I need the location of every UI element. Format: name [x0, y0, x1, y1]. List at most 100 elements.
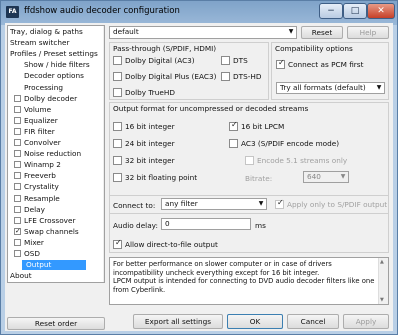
sidebar-item-label: Noise reduction — [24, 149, 82, 159]
ok-button[interactable]: OK — [227, 314, 283, 329]
reset-order-button[interactable]: Reset order — [7, 317, 105, 330]
sidebar-item-label: Freeverb — [24, 171, 56, 181]
sidebar-item-label: Output — [26, 260, 52, 270]
sidebar-item-checkbox[interactable] — [14, 226, 21, 236]
sidebar-item-checkbox[interactable] — [14, 172, 21, 180]
preset-select[interactable]: default ▼ — [109, 26, 297, 39]
sidebar-item[interactable]: Profiles / Preset settings — [8, 49, 98, 59]
delay-input[interactable]: 0 — [161, 218, 251, 230]
sidebar-item-label: Stream switcher — [10, 38, 70, 48]
passthrough-heading: Pass-through (S/PDIF, HDMI) — [113, 44, 217, 53]
sidebar-item[interactable]: Freeverb — [8, 171, 56, 181]
sidebar-item-checkbox[interactable] — [14, 127, 21, 135]
sidebar-item-label: Mixer — [24, 237, 44, 247]
app-window: FA ffdshow audio decoder configuration −… — [0, 0, 398, 335]
sidebar-item[interactable]: LFE Crossover — [8, 216, 75, 226]
help-button[interactable]: Help — [347, 26, 389, 39]
info-scrollbar[interactable] — [378, 258, 388, 304]
connect-label: Connect to: — [113, 201, 156, 210]
sidebar-item[interactable]: Crystality — [8, 182, 59, 192]
bitrate-value: 640 — [307, 172, 321, 181]
settings-tree[interactable]: Tray, dialog & paths Stream switcher Profi… — [7, 25, 105, 283]
apply-button[interactable]: Apply — [343, 314, 389, 329]
delay-unit: ms — [255, 221, 266, 230]
sidebar-item-checkbox[interactable] — [14, 150, 21, 158]
sidebar-item[interactable]: Dolby decoder — [8, 94, 77, 104]
sidebar-item-label: Show / hide filters — [24, 60, 90, 70]
sidebar-item[interactable]: Resample — [8, 194, 60, 204]
sidebar-item[interactable]: Mixer — [8, 238, 44, 248]
sidebar-item[interactable]: Decoder options — [8, 71, 84, 81]
sidebar-item-label: Resample — [24, 193, 60, 203]
sidebar-item-label: Profiles / Preset settings — [10, 49, 98, 59]
chevron-down-icon: ▼ — [340, 173, 346, 180]
sidebar-item[interactable]: Tray, dialog & paths — [8, 27, 83, 37]
sidebar-item-checkbox[interactable] — [14, 238, 21, 246]
bitrate-select[interactable]: 640 ▼ — [303, 171, 349, 183]
window-title: ffdshow audio decoder configuration — [24, 6, 180, 16]
sidebar-item-label: FIR filter — [24, 126, 55, 136]
sidebar-item[interactable]: Show / hide filters — [8, 60, 90, 70]
output-format-heading: Output format for uncompressed or decode… — [113, 104, 309, 113]
tree-scrollbar[interactable] — [103, 26, 104, 282]
chevron-down-icon: ▼ — [288, 28, 294, 35]
sidebar-item[interactable]: Processing — [8, 83, 63, 93]
sidebar-item[interactable]: Noise reduction — [8, 149, 81, 159]
sidebar-item-label: Convolver — [24, 138, 61, 147]
sidebar-item-label: Volume — [24, 104, 52, 114]
sidebar-item[interactable]: Winamp 2 — [8, 160, 61, 170]
sidebar-item-checkbox[interactable] — [14, 216, 21, 224]
sidebar-item-label: Crystality — [24, 182, 59, 192]
dialog-body: Tray, dialog & paths Stream switcher Profi… — [5, 23, 393, 331]
info-textbox[interactable]: For better performance on slower compute… — [109, 257, 389, 305]
sidebar-item[interactable]: FIR filter — [8, 127, 55, 137]
info-line: incompatibility uncheck everything excep… — [113, 268, 320, 277]
export-settings-button[interactable]: Export all settings — [133, 314, 223, 329]
sidebar-item[interactable]: Delay — [8, 205, 45, 215]
sidebar-item-label: Equalizer — [24, 115, 58, 125]
format-try-value: Try all formats (default) — [280, 83, 366, 92]
connect-select[interactable]: any filter ▼ — [161, 198, 267, 210]
preset-value: default — [113, 27, 139, 36]
sidebar-item-checkbox[interactable] — [14, 139, 21, 146]
maximize-button[interactable]: □ — [343, 3, 367, 19]
sidebar-item-label: Tray, dialog & paths — [10, 27, 83, 36]
reset-button[interactable]: Reset — [301, 26, 343, 39]
title-bar[interactable]: FA ffdshow audio decoder configuration −… — [1, 1, 397, 23]
sidebar-item-label: Delay — [24, 204, 45, 214]
format-try-select[interactable]: Try all formats (default) ▼ — [276, 82, 385, 94]
info-line: LPCM output is intended for connecting t… — [113, 277, 375, 285]
minimize-button[interactable]: − — [319, 3, 343, 19]
info-line: from Cyberlink. — [113, 285, 166, 294]
info-line: For better performance on slower compute… — [113, 260, 332, 268]
chevron-down-icon: ▼ — [376, 84, 382, 91]
sidebar-item-label: Swap channels — [24, 226, 79, 236]
connect-value: any filter — [165, 199, 198, 208]
sidebar-item-label: Processing — [24, 82, 63, 92]
sidebar-item-label: Decoder options — [24, 71, 84, 81]
sidebar-item-checkbox[interactable] — [14, 94, 21, 102]
sidebar-item-checkbox[interactable] — [14, 161, 21, 169]
sidebar-item-label: Winamp 2 — [24, 160, 61, 170]
sidebar-item-label: OSD — [24, 249, 40, 258]
sidebar-item[interactable]: About — [8, 271, 32, 281]
sidebar-item[interactable]: OSD — [8, 249, 40, 259]
close-button[interactable]: ✕ — [367, 3, 395, 19]
app-icon: FA — [6, 6, 19, 18]
sidebar-item[interactable]: Output — [22, 260, 86, 271]
sidebar-item-checkbox[interactable] — [14, 194, 21, 202]
sidebar-item-label: Dolby decoder — [24, 93, 78, 103]
sidebar-item-checkbox[interactable] — [14, 105, 21, 113]
sidebar-item[interactable]: Convolver — [8, 138, 61, 148]
cancel-button[interactable]: Cancel — [287, 314, 339, 329]
sidebar-item-checkbox[interactable] — [14, 116, 21, 124]
sidebar-item-checkbox[interactable] — [14, 205, 21, 213]
sidebar-item[interactable]: Equalizer — [8, 116, 58, 126]
delay-label: Audio delay: — [113, 221, 158, 230]
sidebar-item[interactable]: Volume — [8, 105, 51, 115]
sidebar-item[interactable]: Stream switcher — [8, 38, 70, 48]
sidebar-item-label: About — [10, 271, 32, 281]
sidebar-item[interactable]: Swap channels — [8, 226, 79, 237]
sidebar-item-checkbox[interactable] — [14, 183, 21, 191]
sidebar-item-checkbox[interactable] — [14, 250, 21, 257]
